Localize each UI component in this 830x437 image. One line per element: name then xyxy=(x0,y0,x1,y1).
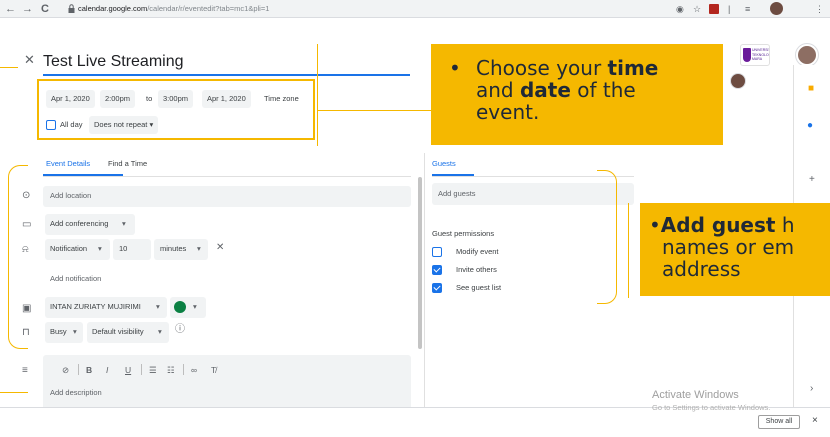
back-icon[interactable]: ← xyxy=(5,2,16,16)
guest-permissions-title: Guest permissions xyxy=(432,229,495,238)
activate-windows-title: Activate Windows xyxy=(652,389,739,401)
description-editor[interactable] xyxy=(43,355,411,407)
tab-event-details[interactable]: Event Details xyxy=(46,158,90,170)
toolbar-separator xyxy=(78,364,79,375)
conferencing-arrow-icon: ▾ xyxy=(122,219,126,228)
lock-icon xyxy=(68,4,75,13)
close-icon[interactable]: ✕ xyxy=(24,53,35,67)
organization-logo: UNIVERSITI TEKNOLOGI MARA xyxy=(740,44,770,66)
visibility-arrow-icon: ▾ xyxy=(158,327,162,336)
callout-line-1: •Add guest h xyxy=(649,213,795,237)
calendar-owner-value: INTAN ZURIATY MUJIRIMI xyxy=(50,302,141,311)
conferencing-label: Add conferencing xyxy=(50,219,109,228)
guests-bracket xyxy=(597,170,617,304)
toolbar-separator xyxy=(183,364,184,375)
tasks-icon[interactable]: ● xyxy=(807,120,813,132)
callout-line-2: names or em xyxy=(662,235,795,259)
activate-windows-subtitle: Go to Settings to activate Windows. xyxy=(652,403,771,412)
busy-arrow-icon: ▾ xyxy=(73,327,77,336)
separator-icon: | xyxy=(728,4,731,14)
account-avatar[interactable] xyxy=(796,44,818,66)
guest-avatar xyxy=(730,73,746,89)
callout-bullet: • xyxy=(449,56,461,80)
attachment-icon[interactable]: ⊘ xyxy=(62,364,69,376)
reload-icon[interactable]: C xyxy=(41,2,49,16)
callout-line-1: Choose your time xyxy=(476,56,659,80)
show-all-button[interactable]: Show all xyxy=(758,415,800,429)
invite-others-checkbox[interactable] xyxy=(432,265,442,275)
add-addon-icon[interactable]: + xyxy=(809,174,815,186)
bulleted-list-icon[interactable]: ☷ xyxy=(167,364,175,376)
unit-arrow-icon: ▾ xyxy=(197,244,201,253)
notification-unit-value: minutes xyxy=(160,244,187,253)
underline-icon[interactable]: U xyxy=(125,364,131,376)
calendar-color-swatch xyxy=(174,301,186,313)
browser-profile-avatar[interactable] xyxy=(770,2,783,15)
busy-value: Busy xyxy=(50,327,67,336)
panel-divider xyxy=(424,153,425,407)
description-icon: ≡ xyxy=(22,365,28,376)
reading-list-icon[interactable]: ≡ xyxy=(745,3,750,15)
help-icon[interactable]: ⓘ xyxy=(175,324,185,336)
numbered-list-icon[interactable]: ☰ xyxy=(149,364,157,376)
location-placeholder: Add location xyxy=(50,191,92,200)
event-title-input[interactable]: Test Live Streaming xyxy=(43,52,184,72)
location-input[interactable] xyxy=(43,186,411,207)
callout-line-2: and date of the xyxy=(476,78,636,102)
see-guest-list-label: See guest list xyxy=(456,283,502,292)
time-date-callout: • Choose your time and date of the event… xyxy=(431,44,723,145)
time-bracket-line xyxy=(317,44,318,146)
forward-icon[interactable]: → xyxy=(22,2,33,16)
details-scrollbar[interactable] xyxy=(418,177,422,349)
notification-value: 10 xyxy=(119,244,128,253)
toolbar-separator xyxy=(141,364,142,375)
browser-menu-icon[interactable]: ⋮ xyxy=(815,3,824,15)
tabs-divider xyxy=(43,176,411,177)
screen: ← → C calendar.google.com/calendar/r/eve… xyxy=(0,0,830,437)
link-icon[interactable]: ∞ xyxy=(191,364,197,376)
see-guest-list-checkbox[interactable] xyxy=(432,283,442,293)
url-path: /calendar/r/eventedit?tab=mc1&pli=1 xyxy=(147,4,270,13)
title-pointer-line xyxy=(0,67,18,68)
bold-icon[interactable]: B xyxy=(86,364,92,376)
guest-bracket-line xyxy=(628,203,629,298)
pdf-extension-icon[interactable] xyxy=(709,4,719,14)
add-guest-callout: •Add guest h names or em address xyxy=(640,203,830,296)
modify-event-label: Modify event xyxy=(456,247,499,256)
callout-line-3: event. xyxy=(476,100,540,124)
add-notification-link[interactable]: Add notification xyxy=(50,273,101,285)
notification-type-value: Notification xyxy=(50,244,88,253)
date-time-highlight-box xyxy=(37,79,315,140)
browser-toolbar: ← → C calendar.google.com/calendar/r/eve… xyxy=(0,0,830,18)
description-placeholder: Add description xyxy=(50,388,102,397)
crest-icon xyxy=(743,48,751,62)
notification-arrow-icon: ▾ xyxy=(98,244,102,253)
invite-others-label: Invite others xyxy=(456,265,497,274)
tab-guests[interactable]: Guests xyxy=(432,158,456,170)
address-bar[interactable]: calendar.google.com/calendar/r/eventedit… xyxy=(78,3,269,15)
color-arrow-icon: ▾ xyxy=(193,302,197,311)
url-host: calendar.google.com xyxy=(78,4,148,13)
time-connector-line xyxy=(317,110,431,111)
close-download-bar-icon[interactable]: × xyxy=(812,415,818,427)
remove-notification-icon[interactable]: ✕ xyxy=(216,242,224,254)
callout-line-3: address xyxy=(662,257,741,281)
description-pointer-line xyxy=(0,392,28,393)
location-icon[interactable]: ◉ xyxy=(676,3,684,15)
details-bracket xyxy=(8,165,28,349)
logo-text: UNIVERSITI TEKNOLOGI MARA xyxy=(752,48,770,61)
star-icon[interactable]: ☆ xyxy=(693,3,701,15)
clear-format-icon[interactable]: T̸ xyxy=(211,364,216,376)
owner-arrow-icon: ▾ xyxy=(156,302,160,311)
modify-event-checkbox[interactable] xyxy=(432,247,442,257)
tab-find-a-time[interactable]: Find a Time xyxy=(108,158,147,170)
chevron-right-icon[interactable]: › xyxy=(810,383,813,395)
visibility-value: Default visibility xyxy=(92,327,144,336)
keep-icon[interactable]: ■ xyxy=(808,83,814,95)
italic-icon[interactable]: I xyxy=(106,364,108,376)
add-guests-placeholder: Add guests xyxy=(438,189,476,198)
title-underline xyxy=(43,74,410,76)
